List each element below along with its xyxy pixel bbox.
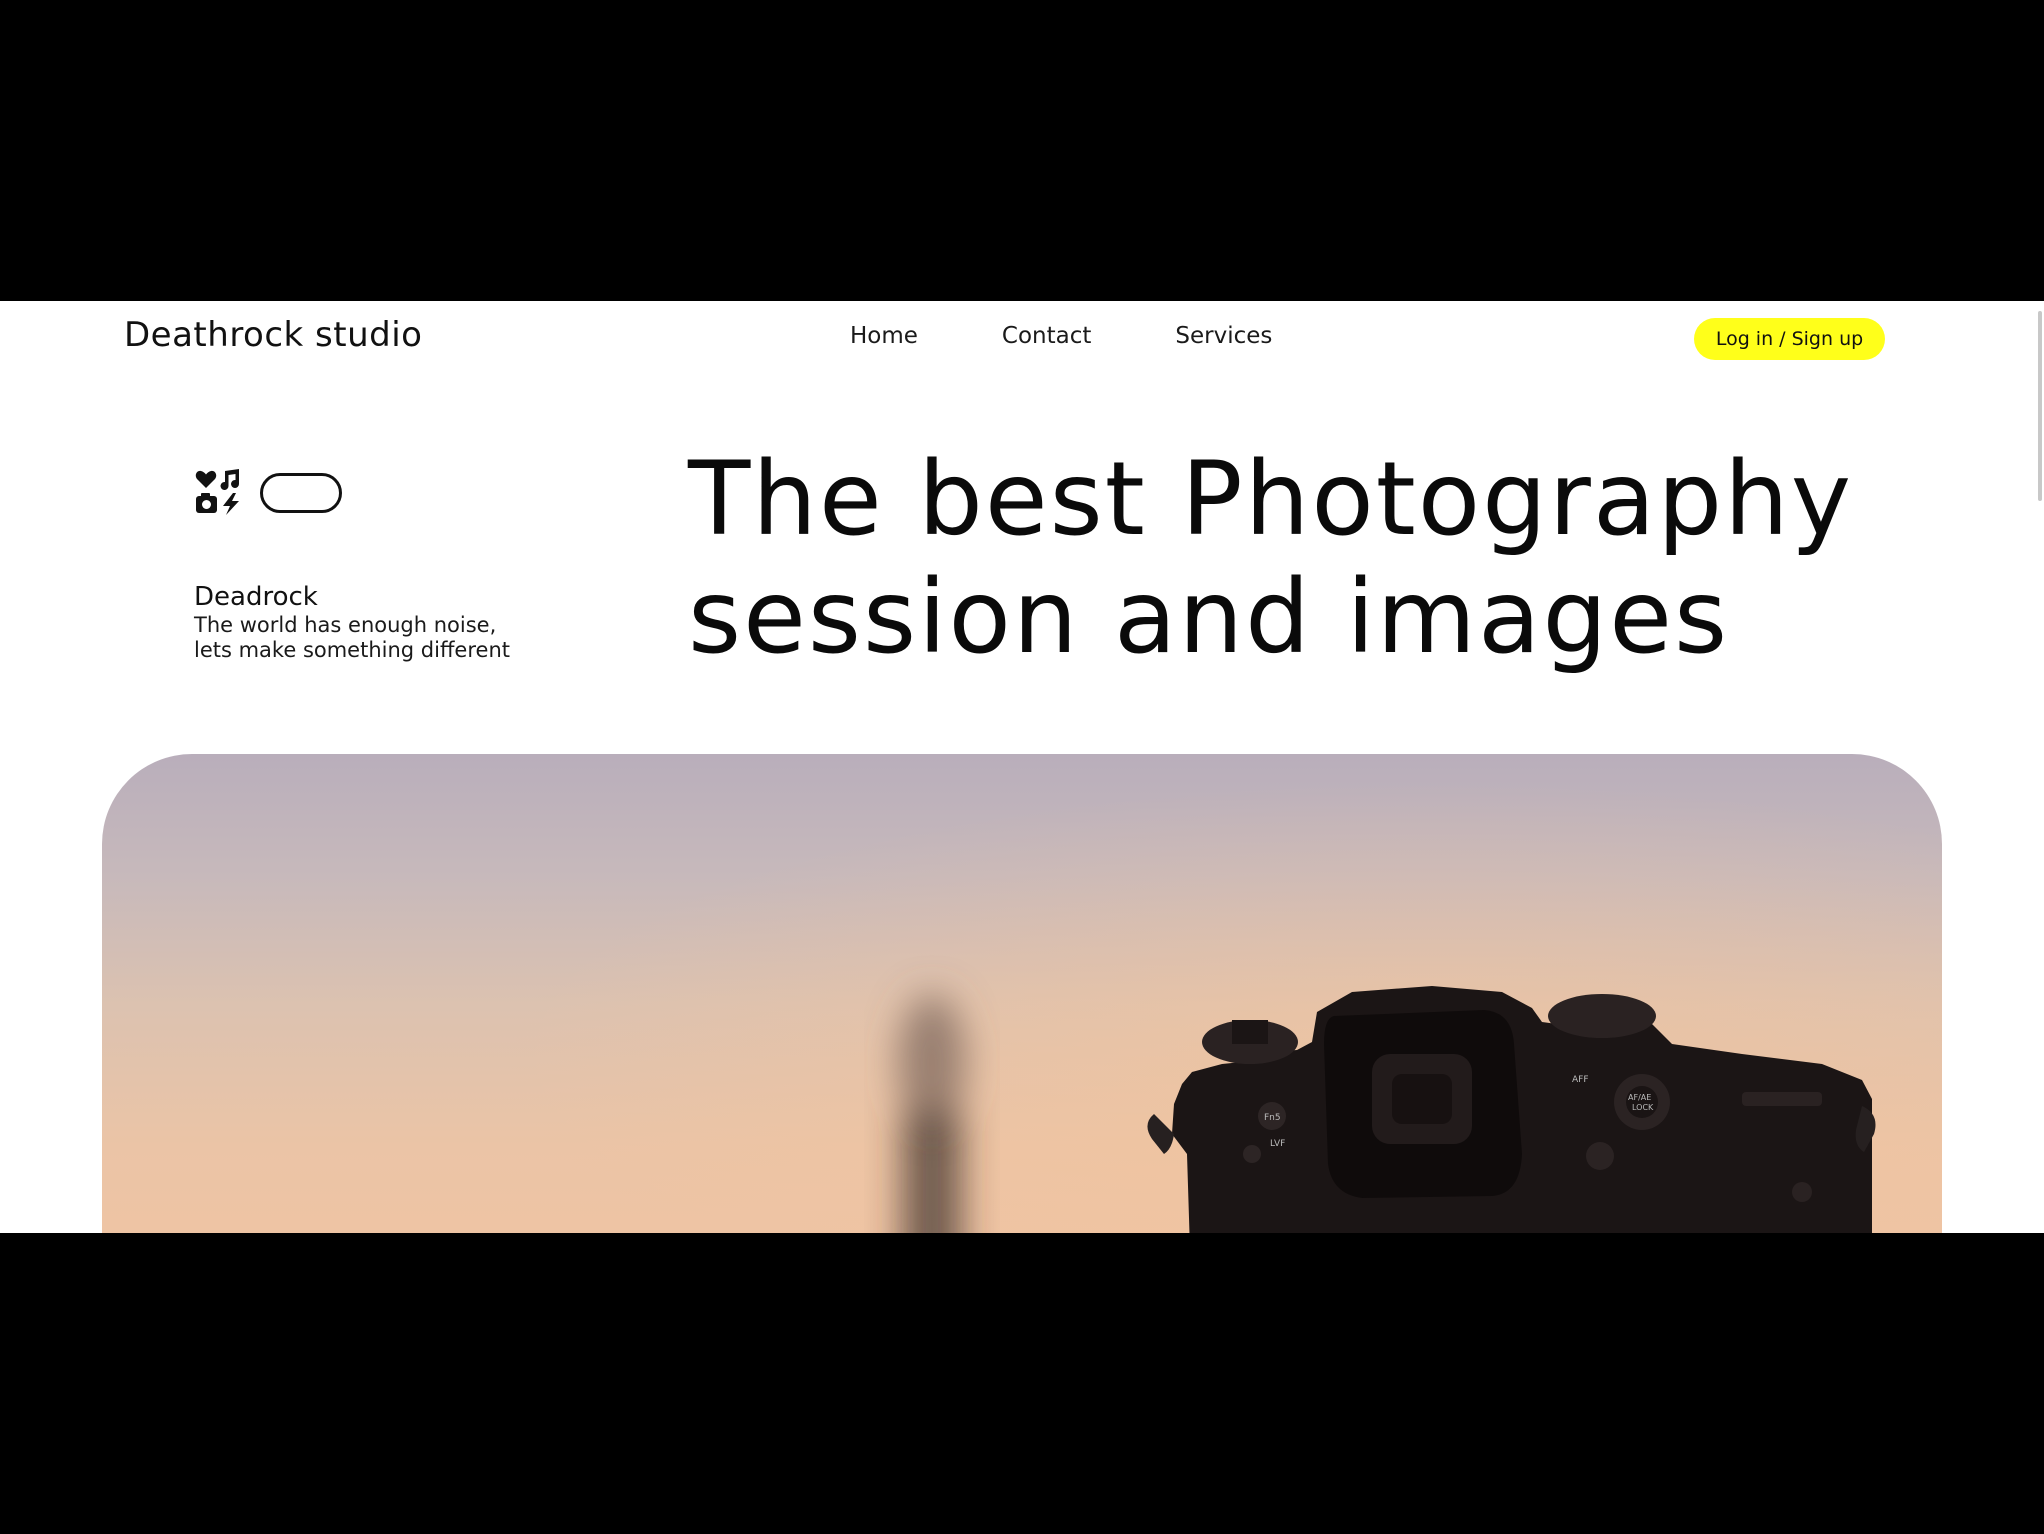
scrollbar-thumb[interactable]	[2038, 311, 2042, 501]
nav-contact[interactable]: Contact	[1002, 323, 1091, 349]
hero-image: Fn5 LVF AF/AE LOCK AFF	[102, 754, 1942, 1233]
heart-icon	[195, 470, 217, 488]
tagline-title: Deadrock	[194, 582, 318, 612]
hero-title-line-1: The best Photography	[688, 440, 1854, 559]
lightning-icon	[223, 493, 239, 515]
nav-home[interactable]: Home	[850, 323, 918, 349]
svg-text:AFF: AFF	[1572, 1075, 1589, 1085]
letterbox-top	[0, 0, 2044, 301]
camera-icon	[196, 493, 217, 513]
blurred-figure	[898, 994, 966, 1233]
tagline-description: The world has enough noise, lets make so…	[194, 613, 554, 663]
svg-text:LVF: LVF	[1270, 1139, 1285, 1149]
nav-services[interactable]: Services	[1175, 323, 1272, 349]
tagline-line-1: The world has enough noise,	[194, 613, 497, 637]
svg-text:Fn5: Fn5	[1264, 1113, 1281, 1123]
letterbox-bottom	[0, 1233, 2044, 1534]
camera-photo: Fn5 LVF AF/AE LOCK AFF	[102, 754, 1942, 1233]
icon-cluster	[195, 469, 241, 515]
viewfinder	[1324, 1010, 1522, 1198]
toggle-pill[interactable]	[260, 473, 342, 513]
svg-text:AF/AE: AF/AE	[1628, 1093, 1651, 1102]
music-note-icon	[220, 469, 239, 490]
main-nav: Home Contact Services	[850, 323, 1272, 349]
scrollbar[interactable]	[2034, 301, 2044, 1233]
tagline-line-2: lets make something different	[194, 638, 510, 662]
page: Deathrock studio Home Contact Services L…	[0, 301, 2044, 1233]
svg-text:LOCK: LOCK	[1632, 1103, 1654, 1112]
brand-logo[interactable]: Deathrock studio	[124, 315, 422, 355]
hero-title: The best Photography session and images	[688, 441, 1968, 677]
login-signup-button[interactable]: Log in / Sign up	[1694, 318, 1885, 360]
hero-title-line-2: session and images	[688, 558, 1730, 677]
